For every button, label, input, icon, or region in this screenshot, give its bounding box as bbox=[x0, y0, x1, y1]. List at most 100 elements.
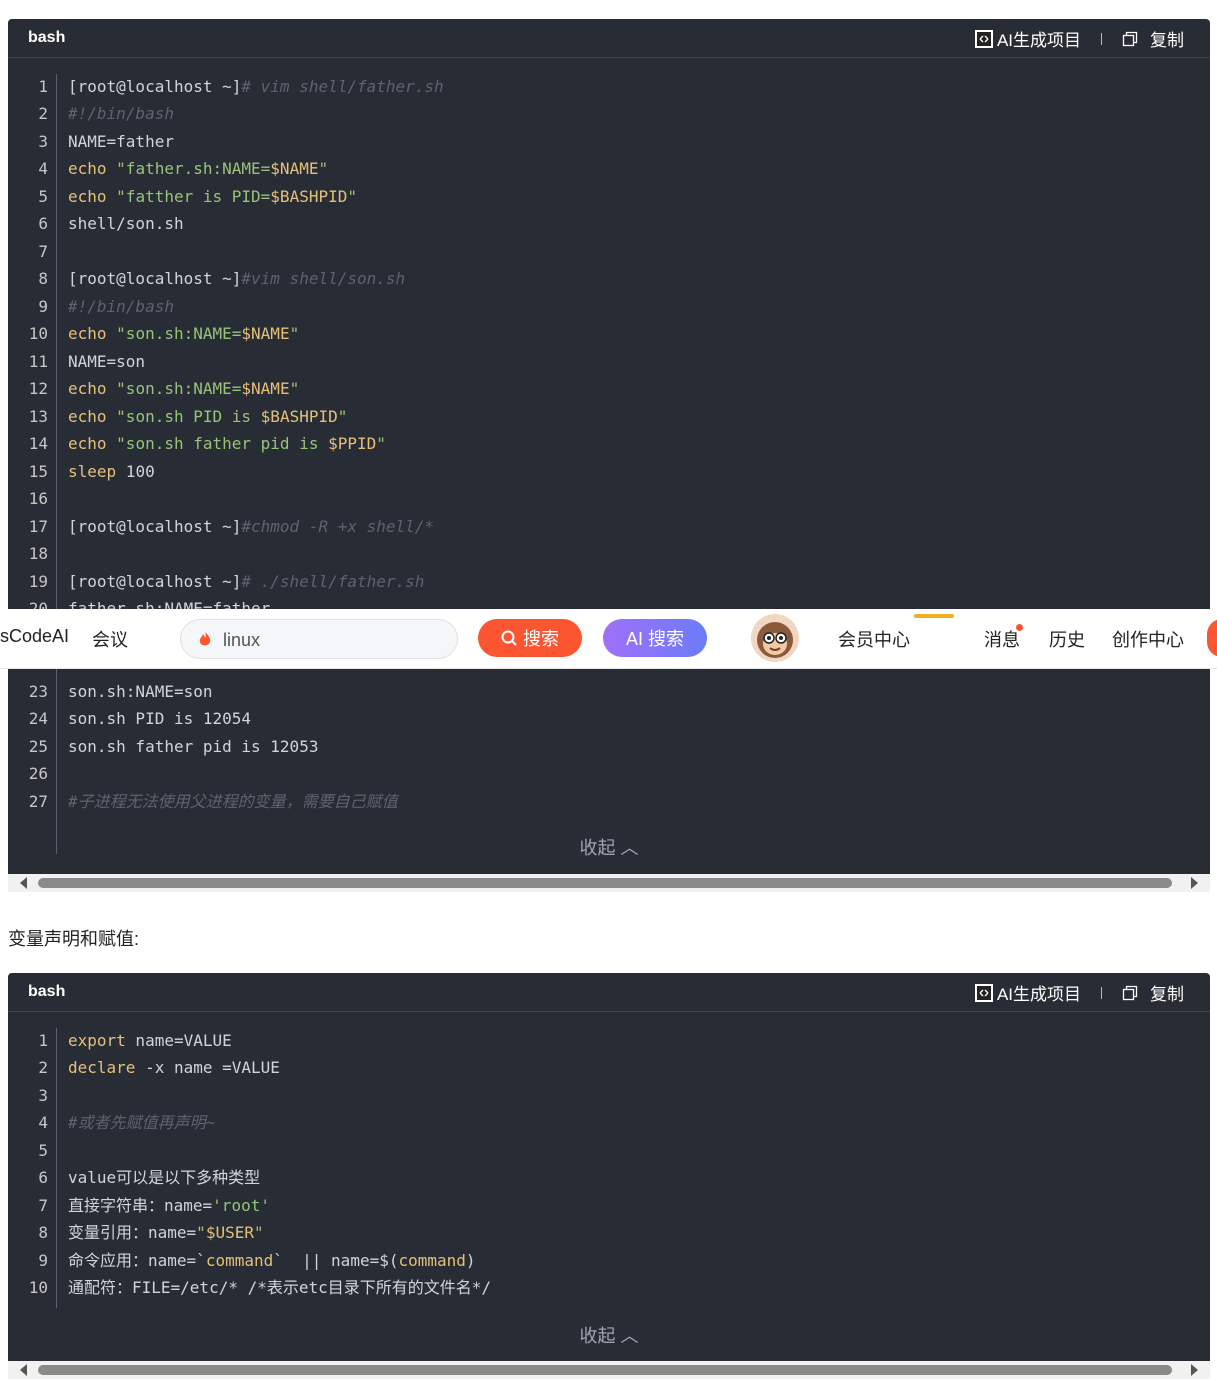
code-text: value可以是以下多种类型 bbox=[68, 1164, 260, 1191]
code-text: [root@localhost ~]#chmod -R +x shell/* bbox=[68, 513, 434, 540]
code-token: #chmod -R +x shell/* bbox=[241, 516, 435, 536]
scroll-right-arrow-icon[interactable] bbox=[1191, 1364, 1198, 1376]
code-text: #或者先赋值再声明~ bbox=[68, 1109, 215, 1136]
code-token: "son.sh PID is bbox=[116, 406, 261, 426]
scroll-left-arrow-icon[interactable] bbox=[20, 1364, 27, 1376]
avatar[interactable] bbox=[751, 614, 799, 662]
scroll-left-arrow-icon[interactable] bbox=[20, 877, 27, 889]
code-token: echo bbox=[68, 434, 107, 453]
copy-button[interactable]: 复制 bbox=[1150, 26, 1184, 51]
line-number: 7 bbox=[38, 241, 48, 261]
code-text: shell/son.sh bbox=[68, 210, 184, 237]
code-line: 13 echo "son.sh PID is $BASHPID" bbox=[8, 403, 1210, 430]
code-token: ) bbox=[465, 1250, 476, 1270]
code-token: 直接字符串：name= bbox=[68, 1195, 213, 1215]
code-text: [root@localhost ~]# ./shell/father.sh bbox=[68, 568, 424, 595]
code-token: echo bbox=[68, 406, 107, 426]
publish-button[interactable] bbox=[1207, 619, 1217, 657]
chevron-up-icon: ︿ bbox=[620, 838, 639, 858]
code-text: [root@localhost ~]# vim shell/father.sh bbox=[68, 73, 444, 100]
code-token: "son.sh father pid is bbox=[116, 434, 329, 453]
code-text: sleep 100 bbox=[68, 458, 155, 485]
nav-messages[interactable]: 消息 bbox=[984, 626, 1020, 652]
code-line: 3 bbox=[8, 1082, 1210, 1109]
ai-search-button[interactable]: AI 搜索 bbox=[603, 619, 707, 657]
nav-vip-center[interactable]: 会员中心 bbox=[838, 626, 910, 652]
code-token: " bbox=[253, 1223, 264, 1242]
nav-history[interactable]: 历史 bbox=[1049, 626, 1085, 652]
code-token: [root@localhost ~] bbox=[68, 571, 242, 591]
line-number: 19 bbox=[28, 571, 48, 591]
code-token: #子进程无法使用父进程的变量，需要自己赋值 bbox=[68, 791, 398, 811]
code-token: echo bbox=[68, 159, 107, 178]
copy-icon[interactable] bbox=[1122, 985, 1138, 1001]
divider bbox=[1101, 32, 1102, 45]
line-number: 11 bbox=[28, 351, 48, 371]
code-token: "fatther is PID= bbox=[116, 186, 271, 206]
code-block-actions: AI生成项目 复制 bbox=[974, 980, 1184, 1005]
search-button[interactable]: 搜索 bbox=[478, 619, 582, 657]
search-box[interactable] bbox=[180, 619, 458, 659]
code-line: 10 通配符：FILE=/etc/* /*表示etc目录下所有的文件名*/ bbox=[8, 1274, 1210, 1301]
code-line: 15 sleep 100 bbox=[8, 458, 1210, 485]
code-token: " bbox=[376, 434, 386, 453]
code-line: 25 son.sh father pid is 12053 bbox=[8, 733, 1210, 760]
code-line: 10 echo "son.sh:NAME=$NAME" bbox=[8, 320, 1210, 347]
code-token: " bbox=[289, 379, 300, 398]
language-label: bash bbox=[28, 29, 66, 46]
line-number: 3 bbox=[38, 131, 48, 151]
line-number: 23 bbox=[28, 681, 48, 701]
code-line: 18 bbox=[8, 540, 1210, 567]
code-line: 8 [root@localhost ~]#vim shell/son.sh bbox=[8, 265, 1210, 292]
scroll-thumb[interactable] bbox=[38, 878, 1172, 888]
line-number: 14 bbox=[28, 434, 48, 453]
search-input[interactable] bbox=[221, 626, 445, 654]
code-token: $NAME bbox=[270, 159, 319, 178]
collapse-button[interactable]: 收起 ︿ bbox=[8, 834, 1210, 860]
line-number: 24 bbox=[28, 709, 48, 728]
code-token: declare bbox=[68, 1058, 136, 1077]
code-text: [root@localhost ~]#vim shell/son.sh bbox=[68, 265, 405, 292]
brand-link[interactable]: sCodeAI bbox=[0, 626, 69, 647]
code-line: 11 NAME=son bbox=[8, 348, 1210, 375]
copy-button[interactable]: 复制 bbox=[1150, 980, 1184, 1005]
code-line: 1 export name=VALUE bbox=[8, 1027, 1210, 1054]
nav-creation-center[interactable]: 创作中心 bbox=[1112, 626, 1184, 652]
line-number: 4 bbox=[38, 1113, 48, 1132]
code-block-1: bash AI生成项目 复制 1 [root@localhost ~]# vim … bbox=[8, 19, 1210, 874]
code-text: son.sh:NAME=son bbox=[68, 678, 213, 705]
code-text: 命令应用：name=`command` || name=$(command) bbox=[68, 1247, 476, 1274]
code-token: $USER bbox=[205, 1223, 254, 1242]
code-text: #!/bin/bash bbox=[68, 100, 174, 127]
horizontal-scrollbar[interactable] bbox=[8, 1361, 1210, 1379]
code-text: echo "son.sh PID is $BASHPID" bbox=[68, 403, 347, 430]
vip-tag bbox=[914, 614, 954, 618]
nav-meeting[interactable]: 会议 bbox=[92, 626, 128, 652]
code-line: 4 #或者先赋值再声明~ bbox=[8, 1109, 1210, 1136]
code-text: echo "fatther is PID=$BASHPID" bbox=[68, 183, 357, 210]
ai-generate-project-button[interactable]: AI生成项目 bbox=[997, 980, 1081, 1005]
scroll-right-arrow-icon[interactable] bbox=[1191, 877, 1198, 889]
collapse-button[interactable]: 收起 ︿ bbox=[8, 1322, 1210, 1348]
scroll-thumb[interactable] bbox=[38, 1365, 1172, 1375]
code-text: #!/bin/bash bbox=[68, 293, 174, 320]
section-paragraph: 变量声明和赋值: bbox=[8, 929, 140, 949]
code-line: 7 直接字符串：name='root' bbox=[8, 1192, 1210, 1219]
code-token: " bbox=[318, 159, 329, 178]
line-number: 13 bbox=[28, 406, 48, 426]
ai-generate-project-button[interactable]: AI生成项目 bbox=[997, 26, 1081, 51]
code-token: [root@localhost ~] bbox=[68, 516, 242, 536]
code-line: 16 bbox=[8, 485, 1210, 512]
code-token: son.sh PID is 12054 bbox=[68, 709, 252, 728]
copy-icon[interactable] bbox=[1122, 31, 1138, 47]
code-token: " bbox=[337, 406, 348, 426]
horizontal-scrollbar[interactable] bbox=[8, 874, 1210, 892]
ai-project-icon bbox=[974, 983, 993, 1002]
language-label: bash bbox=[28, 983, 66, 1000]
line-number: 10 bbox=[28, 324, 48, 343]
